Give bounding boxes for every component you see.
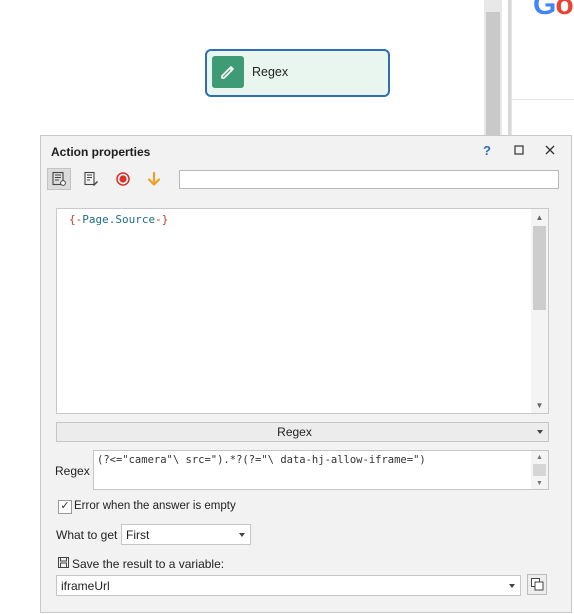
- result-variable-value: iframeUrl: [61, 579, 110, 593]
- google-logo: Go: [533, 0, 574, 21]
- help-button[interactable]: ?: [478, 141, 496, 159]
- regex-label: Regex: [55, 464, 90, 478]
- chevron-down-icon: [537, 430, 543, 434]
- copy-variable-button[interactable]: [527, 574, 547, 595]
- editor-scrollbar-thumb[interactable]: [533, 226, 546, 310]
- regex-scrollbar[interactable]: ▲ ▼: [531, 451, 548, 489]
- editor-brace-close: -}: [155, 213, 169, 226]
- scroll-up-icon[interactable]: ▲: [531, 451, 548, 463]
- panel-toolbar: [41, 165, 571, 193]
- editor-content: {-Page.Source-}: [69, 213, 168, 226]
- copy-icon: [530, 578, 543, 591]
- chevron-down-icon: [239, 533, 245, 537]
- editor-variable: Page.Source: [82, 213, 156, 226]
- panel-title: Action properties: [51, 145, 151, 159]
- maximize-button[interactable]: [510, 141, 528, 159]
- properties-tool-button[interactable]: [47, 168, 71, 190]
- edit-note-icon: [84, 171, 98, 186]
- what-to-get-label: What to get: [56, 528, 118, 542]
- editor-scrollbar[interactable]: ▲ ▼: [531, 209, 548, 413]
- scroll-down-icon[interactable]: ▼: [531, 477, 548, 489]
- editor-brace-open: {-: [69, 213, 83, 226]
- save-result-label: Save the result to a variable:: [72, 557, 225, 571]
- edit-note-tool-button[interactable]: [79, 168, 103, 190]
- what-to-get-value: First: [126, 528, 150, 542]
- node-label: Regex: [252, 65, 289, 79]
- record-icon: [116, 172, 130, 186]
- action-properties-panel: Action properties ? {-Page.Source-} ▲ ▼ …: [40, 135, 572, 613]
- pencil-icon: [212, 56, 244, 88]
- panel-titlebar[interactable]: Action properties ?: [41, 136, 571, 164]
- properties-icon: [52, 171, 66, 186]
- chevron-down-icon: [509, 584, 515, 588]
- result-variable-select[interactable]: iframeUrl: [56, 575, 521, 596]
- error-when-empty-checkbox[interactable]: ✓: [58, 500, 72, 514]
- floppy-disk-icon: [58, 557, 69, 571]
- toolbar-search-input[interactable]: [179, 170, 559, 189]
- close-icon: [545, 145, 555, 155]
- processing-mode-value: Regex: [277, 425, 312, 439]
- scroll-up-icon[interactable]: ▲: [531, 209, 548, 225]
- what-to-get-select[interactable]: First: [121, 524, 251, 545]
- processing-mode-select[interactable]: Regex: [56, 422, 549, 442]
- move-down-tool-button[interactable]: [142, 168, 166, 190]
- regex-input[interactable]: (?<="camera"\ src=").*?(?="\ data-hj-all…: [93, 450, 549, 490]
- close-button[interactable]: [541, 141, 559, 159]
- regex-scrollbar-thumb[interactable]: [533, 464, 546, 476]
- record-tool-button[interactable]: [111, 168, 135, 190]
- regex-action-node[interactable]: Regex: [205, 49, 390, 97]
- scroll-down-icon[interactable]: ▼: [531, 397, 548, 413]
- error-when-empty-label: Error when the answer is empty: [74, 500, 236, 512]
- regex-value: (?<="camera"\ src=").*?(?="\ data-hj-all…: [97, 454, 426, 466]
- maximize-icon: [514, 145, 524, 155]
- browser-preview-divider: [511, 99, 574, 100]
- input-text-editor[interactable]: {-Page.Source-} ▲ ▼: [56, 208, 549, 414]
- canvas-scrollbar-thumb[interactable]: [486, 12, 500, 137]
- arrow-down-icon: [147, 171, 161, 186]
